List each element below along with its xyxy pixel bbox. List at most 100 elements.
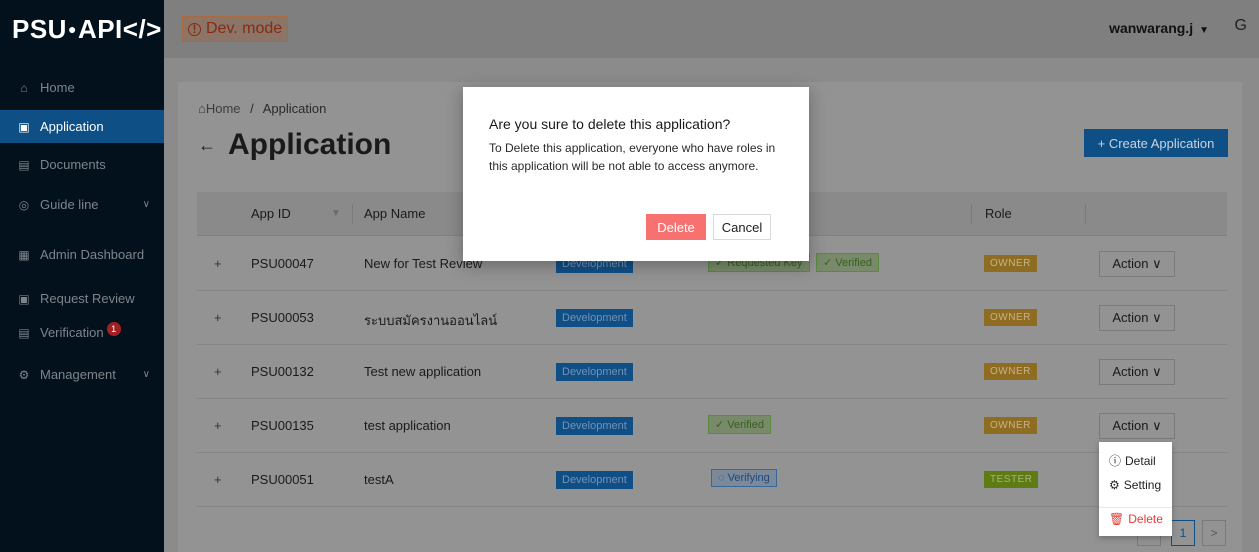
role-tag: OWNER (984, 309, 1037, 326)
app-name: test application (364, 418, 451, 433)
logout-icon[interactable]: G (1235, 17, 1247, 35)
sidebar: PSU ● API</> ⌂ Home ▣ Application ▤ Docume… (0, 0, 164, 552)
app-id: PSU00053 (251, 310, 314, 325)
app-id: PSU00051 (251, 472, 314, 487)
expand-icon[interactable]: + (214, 418, 222, 433)
pagination-page[interactable]: 1 (1171, 520, 1195, 546)
notification-badge: 1 (106, 321, 121, 336)
role-tag: OWNER (984, 417, 1037, 434)
sidebar-item-request-review[interactable]: ▣ Request Review (0, 282, 164, 315)
pagination-next[interactable]: > (1202, 520, 1226, 546)
chevron-down-icon: ∨ (142, 369, 150, 380)
breadcrumb: ⌂Home / Application (198, 101, 326, 116)
env-tag: Development (556, 471, 633, 489)
role-tag: OWNER (984, 255, 1037, 272)
menu-item-delete[interactable]: 🗑 Delete (1109, 512, 1163, 526)
cancel-button[interactable]: Cancel (713, 214, 771, 240)
menu-item-label: Detail (1125, 453, 1156, 468)
breadcrumb-separator: / (250, 101, 254, 116)
modal-title: Are you sure to delete this application? (489, 116, 731, 132)
menu-item-setting[interactable]: ⚙ Setting (1109, 478, 1161, 492)
verification-icon: ▤ (18, 325, 30, 340)
action-button[interactable]: Action ∨ (1099, 305, 1175, 331)
dev-mode-label: Dev. mode (206, 20, 283, 37)
expand-icon[interactable]: + (214, 256, 222, 271)
menu-item-label: Setting (1123, 478, 1162, 492)
sidebar-item-label: Management (40, 367, 116, 382)
gear-icon: ⚙ (18, 367, 30, 382)
modal-message: To Delete this application, everyone who… (489, 141, 776, 173)
warning-icon: ! (188, 22, 201, 36)
app-logo[interactable]: PSU ● API</> (0, 0, 164, 58)
table-row: + PSU00132 Test new application Developm… (197, 345, 1227, 399)
app-name: ระบบสมัครงานออนไลน์ (364, 313, 498, 328)
sidebar-item-label: Documents (40, 157, 106, 172)
status-tag: ✓ Verified (816, 253, 879, 272)
dashboard-icon: ▦ (18, 247, 30, 262)
sidebar-item-label: Home (40, 80, 75, 95)
sidebar-item-guideline[interactable]: ◎ Guide line ∨ (0, 188, 164, 221)
menu-divider (1099, 507, 1172, 508)
expand-icon[interactable]: + (214, 364, 222, 379)
column-separator (1085, 204, 1086, 224)
col-role: Role (985, 206, 1012, 221)
username: wanwarang.j (1109, 20, 1194, 36)
info-icon: ⓘ (1109, 454, 1122, 468)
status-tag: ✓ Verified (708, 415, 771, 434)
application-icon: ▣ (18, 119, 30, 134)
action-button[interactable]: Action ∨ (1099, 413, 1175, 439)
document-icon: ▤ (18, 157, 30, 172)
env-tag: Development (556, 417, 633, 435)
sidebar-item-home[interactable]: ⌂ Home (0, 71, 164, 104)
confirm-delete-button[interactable]: Delete (646, 214, 706, 240)
sidebar-item-label: Guide line (40, 197, 99, 212)
table-row: + PSU00051 testA Development ◌ Verifying… (197, 453, 1227, 507)
sidebar-item-admin-dashboard[interactable]: ▦ Admin Dashboard (0, 238, 164, 271)
sidebar-item-verification[interactable]: ▤ Verification 1 (0, 316, 164, 349)
app-id: PSU00047 (251, 256, 314, 271)
back-arrow-icon[interactable]: ← (198, 135, 216, 156)
dev-mode-badge: ! Dev. mode (182, 16, 289, 42)
sidebar-item-label: Request Review (40, 291, 135, 306)
trash-icon: 🗑 (1109, 512, 1125, 526)
compass-icon: ◎ (18, 197, 30, 212)
app-name: Test new application (364, 364, 482, 379)
logo-dot: ● (67, 21, 77, 37)
delete-confirm-modal: Are you sure to delete this application?… (463, 87, 809, 261)
breadcrumb-home[interactable]: ⌂Home (198, 101, 241, 116)
user-menu[interactable]: wanwarang.j ▼ (1109, 20, 1209, 36)
role-tag: TESTER (984, 471, 1039, 488)
breadcrumb-home-label: Home (205, 101, 241, 116)
sidebar-item-application[interactable]: ▣ Application (0, 110, 164, 143)
sidebar-item-label: Verification (40, 325, 104, 340)
status-tag: ◌ Verifying (711, 469, 777, 487)
sidebar-item-management[interactable]: ⚙ Management ∨ (0, 358, 164, 391)
expand-icon[interactable]: + (214, 310, 222, 325)
top-header: ! Dev. mode wanwarang.j ▼ G (164, 0, 1259, 58)
chevron-down-icon: ∨ (142, 199, 150, 210)
breadcrumb-current: Application (262, 101, 327, 116)
logo-text: PSU (12, 13, 67, 44)
action-button[interactable]: Action ∨ (1099, 359, 1175, 385)
menu-item-detail[interactable]: ⓘ Detail (1109, 452, 1156, 469)
role-tag: OWNER (984, 363, 1037, 380)
env-tag: Development (556, 363, 633, 381)
home-icon: ⌂ (20, 80, 28, 95)
col-app-name[interactable]: App Name (364, 206, 425, 221)
sidebar-item-documents[interactable]: ▤ Documents (0, 148, 164, 181)
page-title-text: Application (228, 128, 392, 161)
action-dropdown-menu: ⓘ Detail ⚙ Setting 🗑 Delete (1099, 442, 1172, 536)
table-row: + PSU00135 test application Development … (197, 399, 1227, 453)
expand-icon[interactable]: + (214, 472, 222, 487)
logo-suffix: API</> (77, 13, 162, 44)
menu-item-label: Delete (1128, 512, 1163, 526)
column-separator (352, 204, 353, 224)
filter-icon[interactable]: ▼ (331, 208, 341, 219)
action-button[interactable]: Action ∨ (1099, 251, 1175, 277)
app-id: PSU00135 (251, 418, 314, 433)
table-row: + PSU00053 ระบบสมัครงานออนไลน์ Developme… (197, 291, 1227, 345)
caret-down-icon: ▼ (1199, 25, 1209, 36)
create-application-button[interactable]: + Create Application (1084, 129, 1228, 157)
col-app-id[interactable]: App ID (251, 206, 291, 221)
sidebar-item-label: Application (40, 119, 104, 134)
